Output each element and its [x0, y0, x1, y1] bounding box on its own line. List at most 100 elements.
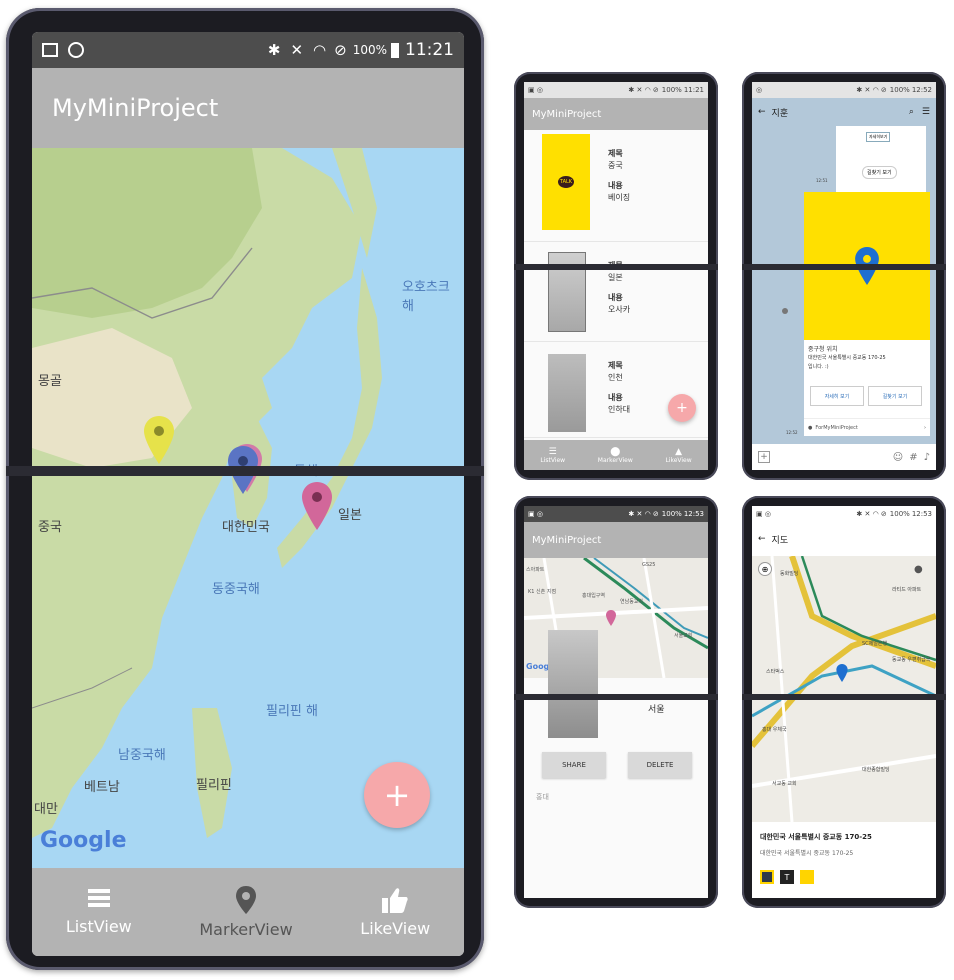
nav-likeview[interactable]: ▲ LikeView [665, 447, 691, 464]
bubble-route-button[interactable]: 길찾기 보기 [862, 166, 897, 179]
chevron-right-icon: › [924, 424, 926, 431]
phone-frame-kakaomap: ▣ ◎ ✱ ✕ ◠ ⊘ 100% 12:53 ← 지도 동화빌딩 라티드 아파트… [742, 496, 946, 908]
app-bar: MyMiniProject [32, 68, 464, 148]
route-button[interactable]: 길찾기 보기 [868, 386, 922, 406]
list-item[interactable]: 제목 인천 내용 인하대 [524, 342, 708, 438]
kakaomap-screen: ▣ ◎ ✱ ✕ ◠ ⊘ 100% 12:53 ← 지도 동화빌딩 라티드 아파트… [752, 506, 936, 898]
status-bar: ▣ ◎ ✱ ✕ ◠ ⊘ 100% 12:53 [752, 506, 936, 522]
list-screen: ▣ ◎ ✱ ✕ ◠ ⊘ 100% 11:21 MyMiniProject TAL… [524, 82, 708, 470]
bubble-small-button[interactable]: 자세히보기 [866, 132, 891, 142]
app-title: MyMiniProject [532, 534, 602, 546]
delete-button[interactable]: DELETE [628, 752, 692, 778]
status-icons: ✱ ✕ ◠ ⊘ [628, 86, 659, 94]
bluetooth-icon: ✱ [267, 41, 281, 59]
map-pin-pink[interactable] [302, 482, 332, 530]
card-footer[interactable]: ● ForMyMiniProject › [804, 418, 930, 436]
app-bar: MyMiniProject [524, 98, 708, 130]
back-arrow-icon[interactable]: ← [758, 107, 766, 117]
map-land [32, 148, 382, 838]
label-taiwan: 대만 [34, 802, 58, 817]
status-icons: ✱ ✕ ◠ ⊘ [856, 510, 887, 518]
gallery-icon: ▣ ◎ [528, 86, 543, 94]
label-south-china-sea: 남중국해 [118, 748, 166, 763]
detail-screen: ▣ ◎ ✱ ✕ ◠ ⊘ 100% 12:53 MyMiniProject 스아파… [524, 506, 708, 898]
hinge [514, 264, 718, 270]
map-title: 지도 [771, 535, 789, 546]
kakaomap-icon[interactable] [800, 870, 814, 884]
label-mongolia: 몽골 [38, 374, 62, 389]
status-bar: ✱ ✕ ◠ ⊘ 100% 11:21 [32, 32, 464, 68]
search-icon[interactable]: ⌕ [909, 107, 914, 117]
label-okhotsk: 오호츠크 해 [402, 280, 450, 314]
status-bar: ▣ ◎ ✱ ✕ ◠ ⊘ 100% 12:53 [524, 506, 708, 522]
hashtag-icon[interactable]: # [909, 452, 917, 463]
list-icon [87, 888, 110, 907]
list-item[interactable]: TALK 제목 중국 내용 베이징 [524, 130, 708, 242]
status-icons: ✱ ✕ ◠ ⊘ [628, 510, 659, 518]
status-icons: ✱ ✕ ◠ ⊘ [856, 86, 887, 94]
label-china: 중국 [38, 520, 62, 535]
add-icon[interactable]: + [758, 451, 770, 463]
thumbs-up-icon: ▲ [675, 446, 682, 457]
bottom-nav: ListView MarkerView LikeView [32, 868, 464, 956]
nav-markerview[interactable]: ⬤ MarkerView [598, 447, 633, 464]
label-east-china-sea: 동중국해 [212, 582, 260, 597]
map-view[interactable]: 오호츠크 해 몽골 중국 대한민국 동해 일본 동중국해 필리핀 해 남중국해 … [32, 148, 464, 868]
nav-markerview[interactable]: MarkerView [199, 885, 293, 939]
kakaonavi-icon[interactable] [760, 870, 774, 884]
address-subtitle: 대한민국 서울특별시 중교동 170-25 [760, 850, 854, 857]
kakao-map[interactable]: 동화빌딩 라티드 아파트 SC제일은행 동교동 우편취급국 스타벅스 홍대 우체… [752, 556, 936, 822]
chat-title: 지훈 [771, 108, 789, 119]
nav-listview[interactable]: ☰ ListView [540, 447, 565, 464]
app-shortcuts: T [760, 870, 814, 884]
phone-frame-list: ▣ ◎ ✱ ✕ ◠ ⊘ 100% 11:21 MyMiniProject TAL… [514, 72, 718, 480]
mic-icon[interactable]: ♪ [924, 452, 930, 463]
label-philippines: 필리핀 [196, 778, 232, 793]
message-bubble-previous: 자세히보기 길찾기 보기 [836, 126, 926, 192]
location-pin-icon [236, 885, 257, 914]
add-fab[interactable]: + [668, 394, 696, 422]
detail-button[interactable]: 자세히 보기 [810, 386, 864, 406]
label-japan: 일본 [338, 508, 362, 523]
back-arrow-icon[interactable]: ← [758, 534, 766, 544]
hinge [742, 694, 946, 700]
message-time: 12:52 [786, 430, 798, 435]
emoji-icon[interactable]: ☺ [893, 452, 903, 463]
thumbs-up-icon [382, 887, 408, 913]
app-title: MyMiniProject [532, 108, 602, 120]
add-fab[interactable]: + [364, 762, 430, 828]
phone-frame-chat: ◎ ✱ ✕ ◠ ⊘ 100% 12:52 ← 지훈 ⌕ ☰ 자세히보기 길찾기 … [742, 72, 946, 480]
status-bar: ▣ ◎ ✱ ✕ ◠ ⊘ 100% 11:21 [524, 82, 708, 98]
mute-icon: ✕ [290, 41, 304, 59]
hinge [6, 466, 484, 476]
my-location-icon[interactable]: ⊕ [758, 562, 772, 576]
share-button[interactable]: SHARE [542, 752, 606, 778]
memo-text: 홍대 [536, 793, 549, 801]
list-item[interactable]: 제목 일본 내용 오사카 [524, 242, 708, 342]
timer-icon: ◎ [756, 86, 763, 94]
address-title: 대한민국 서울특별시 중교동 170-25 [760, 833, 872, 841]
battery-percent: 100% [352, 43, 387, 57]
nav-likeview[interactable]: LikeView [360, 887, 430, 938]
avatar-dot [782, 308, 788, 314]
timer-icon [68, 42, 84, 58]
thumbnail-kakaotalk: TALK [542, 134, 590, 230]
place-pin-icon[interactable]: ● [914, 564, 923, 575]
wifi-icon: ◠ [313, 41, 327, 59]
tmap-icon[interactable]: T [780, 870, 794, 884]
clock: 11:21 [405, 40, 454, 60]
hinge [742, 264, 946, 270]
list-icon: ☰ [548, 446, 557, 457]
map-pin-pink[interactable] [606, 610, 616, 626]
nav-listview[interactable]: ListView [66, 888, 132, 936]
map-pin-yellow[interactable] [144, 416, 174, 464]
chat-header: ← 지훈 ⌕ ☰ [752, 98, 936, 126]
kakaotalk-logo: TALK [557, 176, 575, 188]
no-disturb-icon: ⊘ [334, 41, 347, 59]
label-korea: 대한민국 [222, 520, 270, 535]
phone-frame-main: ✱ ✕ ◠ ⊘ 100% 11:21 MyMiniProject 오호츠크 해 … [6, 8, 484, 970]
map-pin-blue[interactable] [836, 664, 848, 682]
menu-icon[interactable]: ☰ [922, 107, 930, 117]
location-card[interactable]: 중구청 위치 대한민국 서울특별시 중교동 170-25 입니다. :) 자세히… [804, 192, 930, 436]
bottom-nav: ☰ ListView ⬤ MarkerView ▲ LikeView [524, 440, 708, 470]
